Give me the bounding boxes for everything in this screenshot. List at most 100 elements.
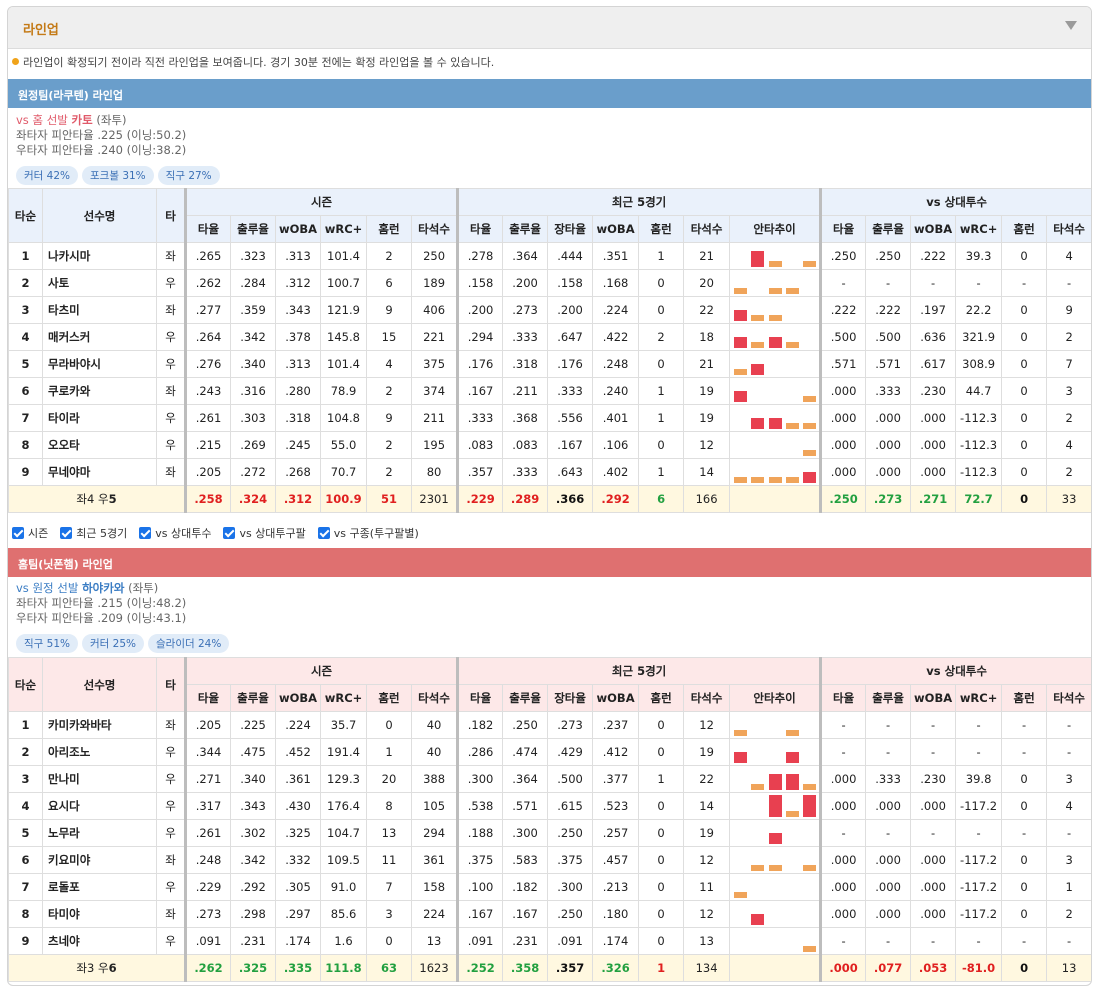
header-vs-woba[interactable]: wOBA <box>910 215 957 243</box>
player-name[interactable]: 쿠로카와 <box>42 377 157 405</box>
header-vs-ab[interactable]: 타석수 <box>1046 684 1091 712</box>
header-order[interactable]: 타순 <box>8 657 43 712</box>
checkbox-checked-icon[interactable] <box>223 527 236 539</box>
player-name[interactable]: 요시다 <box>42 792 157 820</box>
header-season-woba[interactable]: wOBA <box>275 684 321 712</box>
header-vs-avg[interactable]: 타율 <box>819 215 867 243</box>
header-recent-obp[interactable]: 출루율 <box>502 215 549 243</box>
header-recent-trend[interactable]: 안타추이 <box>729 215 822 243</box>
header-recent-woba[interactable]: wOBA <box>592 684 640 712</box>
header-recent[interactable]: 최근 5경기 <box>456 188 822 216</box>
player-row[interactable]: 3 만나미 우 .271.340.361 129.3 20 388.300.364.500.… <box>8 765 1091 793</box>
header-vs-wrc[interactable]: wRC+ <box>955 215 1003 243</box>
player-row[interactable]: 4 요시다 우 .317.343.430 176.4 8 105.538.571.615.5… <box>8 792 1091 820</box>
player-row[interactable]: 6 쿠로카와 좌 .243.316.280 78.9 2 374.167.211.333.2… <box>8 377 1091 405</box>
header-vs-hr[interactable]: 홈런 <box>1001 684 1048 712</box>
header-season-avg[interactable]: 타율 <box>184 215 231 243</box>
player-name[interactable]: 나카시마 <box>42 242 157 270</box>
header-vs-obp[interactable]: 출루율 <box>865 684 912 712</box>
header-season-hr[interactable]: 홈런 <box>366 215 412 243</box>
header-vs-pitcher[interactable]: vs 상대투수 <box>819 188 1091 216</box>
player-row[interactable]: 1 카미카와바타 좌 .205.225.224 35.7 0 40.182.250.273.… <box>8 711 1091 739</box>
home-opponent-pitcher[interactable]: 하야카와 <box>82 581 124 595</box>
player-name[interactable]: 카미카와바타 <box>42 711 157 739</box>
player-row[interactable]: 2 사토 우 .262.284.312 100.7 6 189.158.200.158.16… <box>8 269 1091 297</box>
player-name[interactable]: 타이라 <box>42 404 157 432</box>
header-season-woba[interactable]: wOBA <box>275 215 321 243</box>
checkbox-checked-icon[interactable] <box>12 527 24 539</box>
player-name[interactable]: 오오타 <box>42 431 157 459</box>
header-recent[interactable]: 최근 5경기 <box>456 657 822 685</box>
header-season-ab[interactable]: 타석수 <box>410 684 459 712</box>
header-order[interactable]: 타순 <box>8 188 43 243</box>
header-vs-avg[interactable]: 타율 <box>819 684 867 712</box>
header-vs-ab[interactable]: 타석수 <box>1046 215 1091 243</box>
player-name[interactable]: 아리조노 <box>42 738 157 766</box>
header-recent-ab[interactable]: 타석수 <box>683 684 731 712</box>
checkbox-checked-icon[interactable] <box>139 527 152 539</box>
checkbox-checked-icon[interactable] <box>317 527 330 539</box>
header-name[interactable]: 선수명 <box>42 188 157 243</box>
filter-checkbox[interactable]: vs 상대투수 <box>139 527 211 540</box>
panel-header[interactable]: 라인업 <box>8 7 1091 49</box>
player-name[interactable]: 타미야 <box>42 900 157 928</box>
header-vs-wrc[interactable]: wRC+ <box>955 684 1003 712</box>
player-name[interactable]: 타츠미 <box>42 296 157 324</box>
header-vs-obp[interactable]: 출루율 <box>865 215 912 243</box>
player-row[interactable]: 9 츠네야 우 .091.231.174 1.6 0 13.091.231.091.174 0… <box>8 927 1091 955</box>
player-name[interactable]: 무네야마 <box>42 458 157 486</box>
player-name[interactable]: 로돌포 <box>42 873 157 901</box>
away-opponent-pitcher[interactable]: 카토 <box>72 113 93 127</box>
player-row[interactable]: 9 무네야마 좌 .205.272.268 70.7 2 80.357.333.643.40… <box>8 458 1091 486</box>
header-recent-hr[interactable]: 홈런 <box>638 215 685 243</box>
filter-checkbox[interactable]: 최근 5경기 <box>60 527 127 540</box>
player-name[interactable]: 매커스커 <box>42 323 157 351</box>
header-recent-slg[interactable]: 장타율 <box>547 684 594 712</box>
player-name[interactable]: 만나미 <box>42 765 157 793</box>
player-row[interactable]: 5 무라바야시 우 .276.340.313 101.4 4 375.176.318.176… <box>8 350 1091 378</box>
header-recent-trend[interactable]: 안타추이 <box>729 684 822 712</box>
player-row[interactable]: 4 매커스커 우 .264.342.378 145.8 15 221.294.333.647… <box>8 323 1091 351</box>
header-recent-avg[interactable]: 타율 <box>456 684 504 712</box>
header-season-hr[interactable]: 홈런 <box>366 684 412 712</box>
header-vs-hr[interactable]: 홈런 <box>1001 215 1048 243</box>
header-recent-ab[interactable]: 타석수 <box>683 215 731 243</box>
header-vs-woba[interactable]: wOBA <box>910 684 957 712</box>
header-season-obp[interactable]: 출루율 <box>230 684 276 712</box>
player-row[interactable]: 3 타츠미 좌 .277.359.343 121.9 9 406.200.273.200.2… <box>8 296 1091 324</box>
player-row[interactable]: 8 타미야 좌 .273.298.297 85.6 3 224.167.167.250.18… <box>8 900 1091 928</box>
player-row[interactable]: 7 로돌포 우 .229.292.305 91.0 7 158.100.182.300.21… <box>8 873 1091 901</box>
player-name[interactable]: 사토 <box>42 269 157 297</box>
header-season-wrc[interactable]: wRC+ <box>320 684 367 712</box>
header-recent-avg[interactable]: 타율 <box>456 215 504 243</box>
player-name[interactable]: 무라바야시 <box>42 350 157 378</box>
header-season-ab[interactable]: 타석수 <box>410 215 459 243</box>
checkbox-checked-icon[interactable] <box>60 527 73 539</box>
header-name[interactable]: 선수명 <box>42 657 157 712</box>
header-recent-obp[interactable]: 출루율 <box>502 684 549 712</box>
player-row[interactable]: 7 타이라 우 .261.303.318 104.8 9 211.333.368.556.4… <box>8 404 1091 432</box>
player-row[interactable]: 8 오오타 우 .215.269.245 55.0 2 195.083.083.167.10… <box>8 431 1091 459</box>
player-row[interactable]: 2 아리조노 우 .344.475.452 191.4 1 40.286.474.429.4… <box>8 738 1091 766</box>
header-vs-pitcher[interactable]: vs 상대투수 <box>819 657 1091 685</box>
collapse-arrow-icon[interactable] <box>1065 21 1077 30</box>
header-recent-hr[interactable]: 홈런 <box>638 684 685 712</box>
header-season-obp[interactable]: 출루율 <box>230 215 276 243</box>
filter-checkbox[interactable]: 시즌 <box>12 527 48 540</box>
header-season-avg[interactable]: 타율 <box>184 684 231 712</box>
header-recent-slg[interactable]: 장타율 <box>547 215 594 243</box>
header-season[interactable]: 시즌 <box>183 188 459 216</box>
header-season-wrc[interactable]: wRC+ <box>320 215 367 243</box>
player-name[interactable]: 츠네야 <box>42 927 157 955</box>
filter-checkbox[interactable]: vs 구종(투구팔별) <box>317 527 419 540</box>
header-hand[interactable]: 타 <box>156 657 186 712</box>
player-name[interactable]: 노무라 <box>42 819 157 847</box>
player-row[interactable]: 5 노무라 우 .261.302.325 104.7 13 294.188.300.250.… <box>8 819 1091 847</box>
player-name[interactable]: 키요미야 <box>42 846 157 874</box>
header-recent-woba[interactable]: wOBA <box>592 215 640 243</box>
player-row[interactable]: 6 키요미야 좌 .248.342.332 109.5 11 361.375.583.375… <box>8 846 1091 874</box>
header-hand[interactable]: 타 <box>156 188 186 243</box>
filter-checkbox[interactable]: vs 상대투구팔 <box>223 527 306 540</box>
player-row[interactable]: 1 나카시마 좌 .265.323.313 101.4 2 250.278.364.444.… <box>8 242 1091 270</box>
header-season[interactable]: 시즌 <box>183 657 459 685</box>
